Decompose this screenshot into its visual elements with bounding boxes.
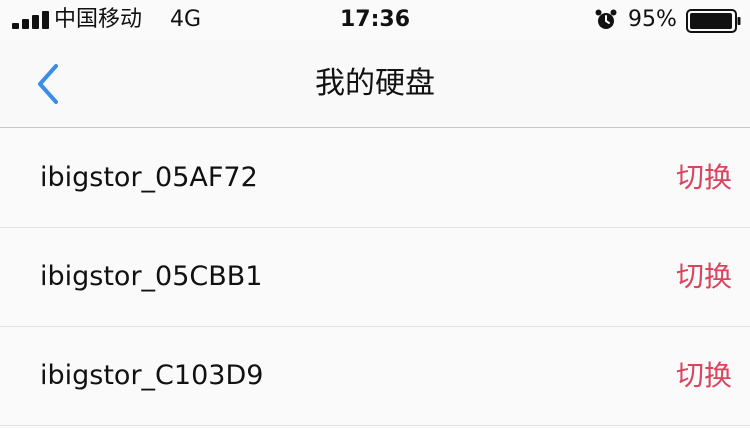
list-item: ibigstor_05AF72 切换 <box>0 129 750 228</box>
nav-bar: 我的硬盘 <box>0 40 750 128</box>
alarm-icon <box>595 9 617 29</box>
page-title: 我的硬盘 <box>315 66 435 101</box>
disk-name: ibigstor_05CBB1 <box>40 261 263 292</box>
list-item: ibigstor_05CBB1 切换 <box>0 228 750 327</box>
switch-button[interactable]: 切换 <box>676 228 732 326</box>
disk-list: ibigstor_05AF72 切换 ibigstor_05CBB1 切换 ib… <box>0 129 750 426</box>
disk-name: ibigstor_05AF72 <box>40 162 258 193</box>
status-bar: 中国移动 4G 17:36 95% <box>0 0 750 40</box>
switch-button[interactable]: 切换 <box>676 129 732 227</box>
disk-name: ibigstor_C103D9 <box>40 360 264 391</box>
screen: 中国移动 4G 17:36 95% 我的硬盘 ibigstor_05AF72 切… <box>0 0 750 428</box>
switch-button[interactable]: 切换 <box>676 327 732 425</box>
battery-percent: 95% <box>628 7 677 32</box>
list-item: ibigstor_C103D9 切换 <box>0 327 750 426</box>
battery-icon <box>686 9 741 33</box>
